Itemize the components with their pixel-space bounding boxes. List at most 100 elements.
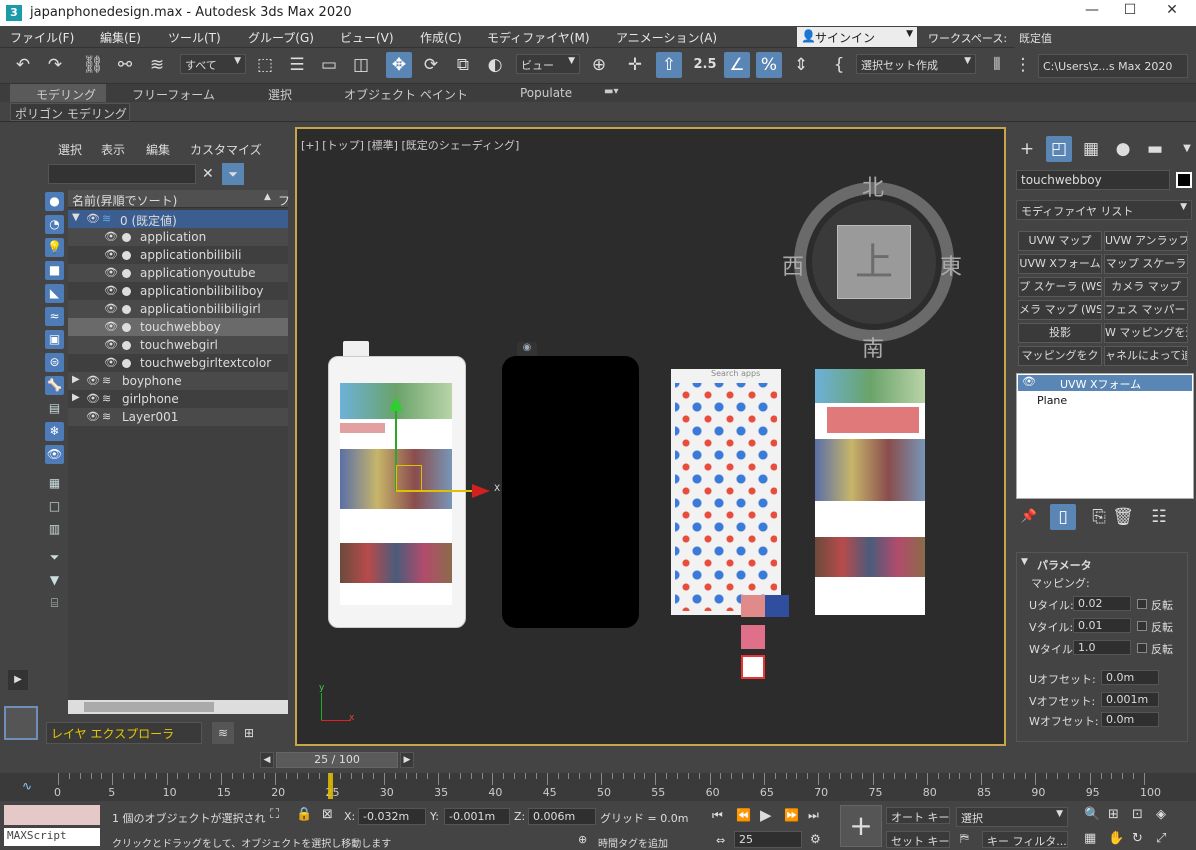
- v-flip-checkbox[interactable]: [1137, 621, 1147, 631]
- rollout-collapse-icon[interactable]: ▼: [1021, 557, 1028, 567]
- stack-item-selected[interactable]: 👁 UVW Xフォーム: [1018, 375, 1192, 391]
- eye-icon[interactable]: 👁: [86, 410, 100, 423]
- helper-filter-icon[interactable]: ◣: [45, 284, 64, 303]
- scene-menu-select[interactable]: 選択: [58, 141, 82, 158]
- u-flip-checkbox[interactable]: [1137, 599, 1147, 609]
- tree-row[interactable]: 👁 applicationbilibiliboy: [68, 282, 288, 300]
- menu-file[interactable]: ファイル(F): [10, 29, 74, 46]
- key-mode-toggle-icon[interactable]: ⛿: [960, 831, 969, 846]
- rotate-icon[interactable]: ⟳: [418, 52, 444, 78]
- eye-icon[interactable]: 👁: [104, 266, 118, 279]
- percent-snap-icon[interactable]: %: [756, 52, 782, 78]
- lock-icon[interactable]: 🔒: [296, 807, 312, 822]
- time-config-icon[interactable]: ⚙: [810, 832, 821, 846]
- curve-editor-icon[interactable]: ∿: [22, 779, 32, 793]
- scrollbar-thumb[interactable]: [84, 702, 214, 712]
- tab-object-paint[interactable]: オブジェクト ペイント: [344, 86, 468, 103]
- camera-filter-icon[interactable]: ■: [45, 261, 64, 280]
- group-filter-icon[interactable]: ▣: [45, 330, 64, 349]
- expand-arrow-icon[interactable]: ▶: [8, 670, 28, 690]
- tree-row-selected[interactable]: 👁 touchwebboy: [68, 318, 288, 336]
- workspace-dropdown[interactable]: 既定值: [1015, 28, 1196, 48]
- track-bar[interactable]: ∿ 0 5 10 15 20 25 30 35 40 45 50 55 60 65 70 75 80 85 90 95…: [0, 773, 1196, 801]
- set-key-button[interactable]: セット キー: [886, 831, 950, 848]
- geometry-filter-icon[interactable]: ●: [45, 192, 64, 211]
- scene-search-input[interactable]: [48, 164, 196, 184]
- display-tab-icon[interactable]: ▬: [1142, 136, 1168, 162]
- scene-menu-edit[interactable]: 編集: [146, 141, 170, 158]
- scene-column-header[interactable]: 名前(昇順でソート) ▲ フ: [68, 190, 290, 208]
- maximize-icon[interactable]: ☐: [1110, 2, 1150, 24]
- tree-row[interactable]: 👁 touchwebgirltextcolor: [68, 354, 288, 372]
- z-coord-input[interactable]: 0.006m: [528, 808, 596, 825]
- viewport-top[interactable]: [+] [トップ] [標準] [既定のシェーディング] 上 北 南 東 西 X …: [295, 127, 1006, 746]
- x-coord-input[interactable]: -0.032m: [358, 808, 426, 825]
- menu-modifiers[interactable]: モディファイヤ(M): [487, 29, 590, 46]
- bind-spacewarp-icon[interactable]: ≋: [144, 52, 170, 78]
- tree-row[interactable]: 👁 application: [68, 228, 288, 246]
- eye-icon[interactable]: 👁: [104, 284, 118, 297]
- unlink-icon[interactable]: ⚯: [112, 52, 138, 78]
- minimize-icon[interactable]: —: [1072, 2, 1112, 24]
- prev-frame-arrow-icon[interactable]: ◀: [260, 752, 274, 768]
- menu-tools[interactable]: ツール(T): [168, 29, 221, 46]
- u-tile-input[interactable]: 0.02: [1073, 596, 1131, 611]
- keyboard-shortcut-icon[interactable]: ⇧: [656, 52, 682, 78]
- layers-icon[interactable]: ≋: [212, 722, 234, 744]
- spacewarp-filter-icon[interactable]: ≈: [45, 307, 64, 326]
- y-coord-input[interactable]: -0.001m: [444, 808, 510, 825]
- menu-create[interactable]: 作成(C): [420, 29, 462, 46]
- uvw-map-button[interactable]: UVW マップ: [1018, 231, 1102, 251]
- expand-icon[interactable]: ▶: [72, 392, 80, 403]
- remove-modifier-icon[interactable]: 🗑: [1110, 504, 1136, 530]
- key-mode-icon[interactable]: ⇔: [716, 834, 725, 847]
- redo-icon[interactable]: ↷: [42, 52, 68, 78]
- light-filter-icon[interactable]: 💡: [45, 238, 64, 257]
- eye-icon[interactable]: 👁: [86, 392, 100, 405]
- viewcube-north[interactable]: 北: [862, 170, 884, 202]
- auto-key-button[interactable]: オート キー: [886, 807, 950, 824]
- align-icon[interactable]: ⋮: [1010, 52, 1036, 78]
- object-name-field[interactable]: touchwebboy: [1016, 170, 1170, 190]
- window-crossing-icon[interactable]: ◫: [348, 52, 374, 78]
- select-by-name-icon[interactable]: ☰: [284, 52, 310, 78]
- isolate-icon[interactable]: ⛶: [270, 807, 279, 822]
- tree-row[interactable]: 👁 ≋ Layer001: [68, 408, 288, 426]
- show-end-result-icon[interactable]: ▯: [1050, 504, 1076, 530]
- zoom-extents-icon[interactable]: ⊡: [1132, 807, 1143, 822]
- v-offset-input[interactable]: 0.001m: [1101, 692, 1159, 707]
- channel-add-button[interactable]: ャネルによって追: [1104, 346, 1188, 366]
- zoom-icon[interactable]: 🔍: [1084, 807, 1100, 822]
- pin-stack-icon[interactable]: 📌: [1016, 504, 1042, 530]
- tree-row[interactable]: ▶ 👁 ≋ girlphone: [68, 390, 288, 408]
- collapse-icon[interactable]: ▼: [72, 212, 80, 223]
- add-time-tag[interactable]: 時間タグを追加: [598, 835, 668, 850]
- filter-funnel-icon[interactable]: ▼: [45, 571, 64, 590]
- eye-icon[interactable]: 👁: [86, 212, 100, 225]
- container-filter-icon[interactable]: ▤: [45, 399, 64, 418]
- hidden-filter-icon[interactable]: 👁: [45, 445, 64, 464]
- display-none-icon[interactable]: □: [45, 497, 64, 516]
- v-tile-input[interactable]: 0.01: [1073, 618, 1131, 633]
- project-path-field[interactable]: C:\Users\z...s Max 2020: [1038, 54, 1188, 78]
- u-offset-input[interactable]: 0.0m: [1101, 670, 1159, 685]
- select-object-icon[interactable]: ⬚: [252, 52, 278, 78]
- expand-icon[interactable]: ▶: [72, 374, 80, 385]
- tree-row[interactable]: ▼ 👁 ≋ 0 (既定値): [68, 210, 288, 228]
- invert-display-icon[interactable]: ▥: [45, 520, 64, 539]
- gizmo-y-arrow[interactable]: [389, 397, 403, 411]
- web-screen-plane[interactable]: [815, 369, 925, 615]
- select-manipulate-icon[interactable]: ✛: [622, 52, 648, 78]
- frozen-filter-icon[interactable]: ❄: [45, 422, 64, 441]
- eye-icon[interactable]: 👁: [1022, 375, 1036, 388]
- filter-toggle-icon[interactable]: ⏷: [45, 548, 64, 567]
- move-icon[interactable]: ✥: [386, 52, 412, 78]
- set-key-big-icon[interactable]: +: [840, 805, 882, 847]
- eye-icon[interactable]: 👁: [104, 338, 118, 351]
- placement-icon[interactable]: ◐: [482, 52, 508, 78]
- viewcube-west[interactable]: 西: [782, 249, 804, 281]
- surface-mapper-button[interactable]: フェス マッパー (: [1104, 300, 1188, 320]
- tab-modeling[interactable]: モデリング: [10, 84, 106, 102]
- eye-icon[interactable]: 👁: [104, 230, 118, 243]
- menu-edit[interactable]: 編集(E): [100, 29, 141, 46]
